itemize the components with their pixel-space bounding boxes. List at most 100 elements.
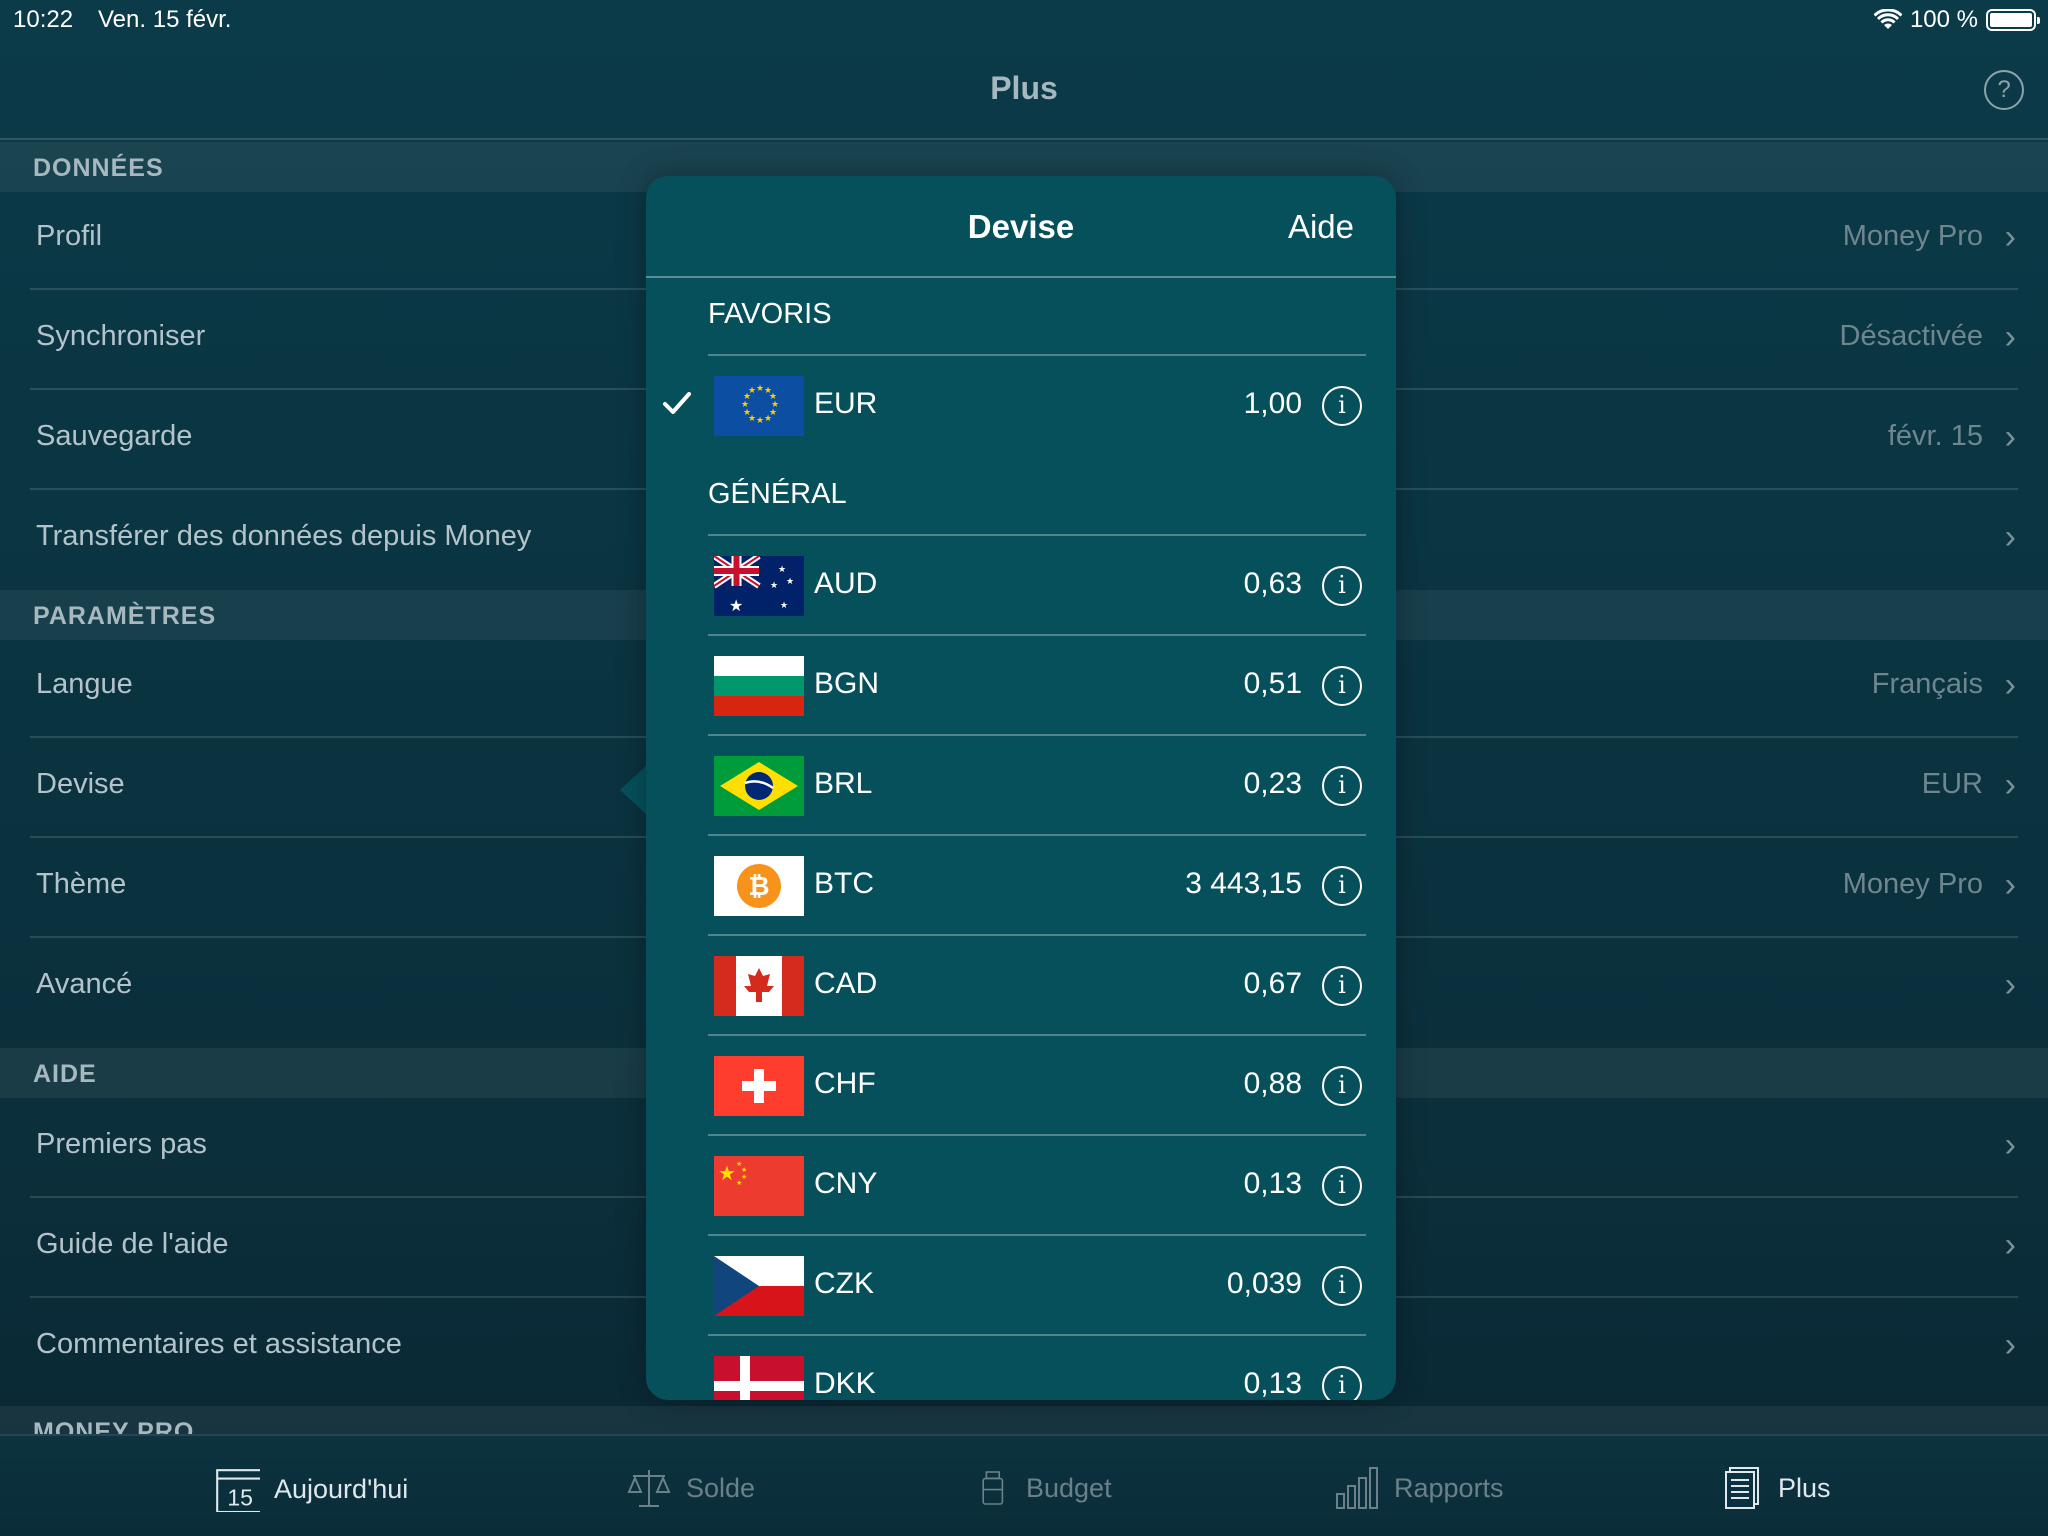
- row-label: Guide de l'aide: [36, 1228, 229, 1260]
- currency-code: EUR: [814, 387, 878, 420]
- svg-text:₿: ₿: [748, 872, 769, 902]
- favorites-header: FAVORIS: [708, 298, 832, 330]
- currency-code: CHF: [814, 1067, 876, 1100]
- currency-row-cad[interactable]: CAD 0,67 i: [646, 936, 1396, 1036]
- dk-flag: [714, 1356, 804, 1400]
- currency-rate: 0,51: [1243, 667, 1302, 700]
- chevron-right-icon: ›: [2004, 1326, 2016, 1364]
- row-label: Transférer des données depuis Money: [36, 520, 532, 552]
- svg-text:★: ★: [778, 565, 786, 575]
- scale-icon: [627, 1470, 671, 1507]
- br-flag: [714, 756, 804, 816]
- currency-row-bgn[interactable]: BGN 0,51 i: [646, 636, 1396, 736]
- svg-text:★: ★: [756, 384, 764, 394]
- chevron-right-icon: ›: [2004, 1126, 2016, 1164]
- status-bar: 10:22 Ven. 15 févr. 100 %: [0, 0, 2048, 40]
- row-value: févr. 15: [1887, 420, 1983, 452]
- currency-row-cny[interactable]: ★ ★ ★ ★ ★ CNY 0,13 i: [646, 1136, 1396, 1236]
- row-label: Thème: [36, 868, 127, 900]
- info-icon[interactable]: i: [1322, 1166, 1362, 1206]
- info-icon[interactable]: i: [1322, 1066, 1362, 1106]
- au-flag: ★ ★★ ★★: [714, 556, 804, 616]
- jar-icon: [982, 1471, 1004, 1505]
- row-value: EUR: [1921, 768, 1983, 800]
- svg-text:★: ★: [786, 577, 794, 587]
- currency-row-aud[interactable]: ★ ★ ★ ★ ★ AUD 0,63 i: [646, 536, 1396, 636]
- chevron-right-icon: ›: [2004, 318, 2016, 356]
- info-icon[interactable]: i: [1322, 666, 1362, 706]
- tab-rapports[interactable]: Rapports: [1334, 1466, 1504, 1510]
- row-label: Premiers pas: [36, 1128, 207, 1160]
- currency-code: BGN: [814, 667, 880, 700]
- ca-flag: [714, 956, 804, 1016]
- row-value: Money Pro: [1842, 220, 1983, 252]
- tab-solde[interactable]: Solde: [626, 1466, 755, 1510]
- info-icon[interactable]: i: [1322, 386, 1362, 426]
- tab-plus[interactable]: Plus: [1724, 1466, 1831, 1510]
- popover-title: Devise: [967, 208, 1075, 245]
- row-label: Synchroniser: [36, 320, 206, 352]
- currency-code: CAD: [814, 967, 878, 1000]
- page-title: Plus: [990, 70, 1058, 106]
- currency-row-eur[interactable]: ★ ★ ★ ★ ★ ★ ★ ★ ★ ★ ★ ★ EUR 1,00 i: [646, 356, 1396, 456]
- status-indicators: 100 %: [1873, 6, 2040, 34]
- chevron-right-icon: ›: [2004, 518, 2016, 556]
- help-button[interactable]: ?: [1984, 70, 2024, 110]
- popover-arrow: [620, 764, 648, 816]
- battery-percent: 100 %: [1909, 6, 1978, 33]
- popover-help-button[interactable]: Aide: [1288, 208, 1354, 246]
- status-date: Ven. 15 févr.: [98, 6, 232, 33]
- info-icon[interactable]: i: [1322, 966, 1362, 1006]
- svg-text:★: ★: [780, 601, 788, 611]
- currency-code: BTC: [814, 867, 874, 900]
- calendar-day: 15: [227, 1485, 253, 1511]
- chevron-right-icon: ›: [2004, 766, 2016, 804]
- status-time: 10:22: [13, 6, 74, 33]
- currency-rate: 0,63: [1243, 567, 1302, 600]
- row-label: Langue: [36, 668, 133, 700]
- chevron-right-icon: ›: [2004, 218, 2016, 256]
- currency-rate: 0,039: [1226, 1267, 1302, 1300]
- info-icon[interactable]: i: [1322, 766, 1362, 806]
- currency-row-chf[interactable]: CHF 0,88 i: [646, 1036, 1396, 1136]
- tab-label: Budget: [1026, 1472, 1112, 1503]
- checkmark-icon: [663, 392, 691, 414]
- nav-bar: Plus ?: [0, 40, 2048, 140]
- row-value: Français: [1871, 668, 1983, 700]
- currency-rate: 0,23: [1243, 767, 1302, 800]
- currency-code: DKK: [814, 1367, 876, 1400]
- wifi-icon: [1873, 9, 1902, 29]
- info-icon[interactable]: i: [1322, 1266, 1362, 1306]
- calendar-icon: 15: [216, 1469, 260, 1512]
- chevron-right-icon: ›: [2004, 966, 2016, 1004]
- tab-label: Rapports: [1394, 1472, 1504, 1503]
- chevron-right-icon: ›: [2004, 866, 2016, 904]
- currency-popover: Devise Aide FAVORIS ★ ★ ★ ★ ★ ★ ★ ★ ★ ★ ★ ★ EUR …: [646, 176, 1396, 1400]
- tab-label: Plus: [1778, 1472, 1831, 1503]
- ch-flag: [714, 1056, 804, 1116]
- currency-row-czk[interactable]: CZK 0,039 i: [646, 1236, 1396, 1336]
- row-value: Money Pro: [1842, 868, 1983, 900]
- row-label: Commentaires et assistance: [36, 1328, 402, 1360]
- tab-aujourdhui[interactable]: 15 Aujourd'hui: [212, 1466, 408, 1512]
- info-icon[interactable]: i: [1322, 566, 1362, 606]
- svg-text:★: ★: [729, 596, 743, 615]
- svg-text:★: ★: [736, 1179, 742, 1187]
- currency-row-btc[interactable]: ₿ BTC 3 443,15 i: [646, 836, 1396, 936]
- tab-budget[interactable]: Budget: [980, 1466, 1112, 1510]
- row-label: Avancé: [36, 968, 133, 1000]
- info-icon[interactable]: i: [1322, 866, 1362, 906]
- eu-flag: ★ ★★ ★★★ ★★★ ★★★: [714, 376, 804, 436]
- tab-label: Solde: [686, 1472, 756, 1503]
- currency-row-brl[interactable]: BRL 0,23 i: [646, 736, 1396, 836]
- chevron-right-icon: ›: [2004, 666, 2016, 704]
- currency-rate: 1,00: [1243, 387, 1302, 420]
- info-icon[interactable]: i: [1322, 1366, 1362, 1400]
- row-value: Désactivée: [1839, 320, 1983, 352]
- popover-header: Devise Aide: [646, 176, 1396, 278]
- tab-bar: 15 Aujourd'hui Solde Budget Rapports Plu…: [0, 1434, 2048, 1536]
- row-label: Sauvegarde: [36, 420, 193, 452]
- currency-rate: 0,67: [1243, 967, 1302, 1000]
- currency-row-dkk[interactable]: DKK 0,13 i: [646, 1336, 1396, 1400]
- currency-code: BRL: [814, 767, 873, 800]
